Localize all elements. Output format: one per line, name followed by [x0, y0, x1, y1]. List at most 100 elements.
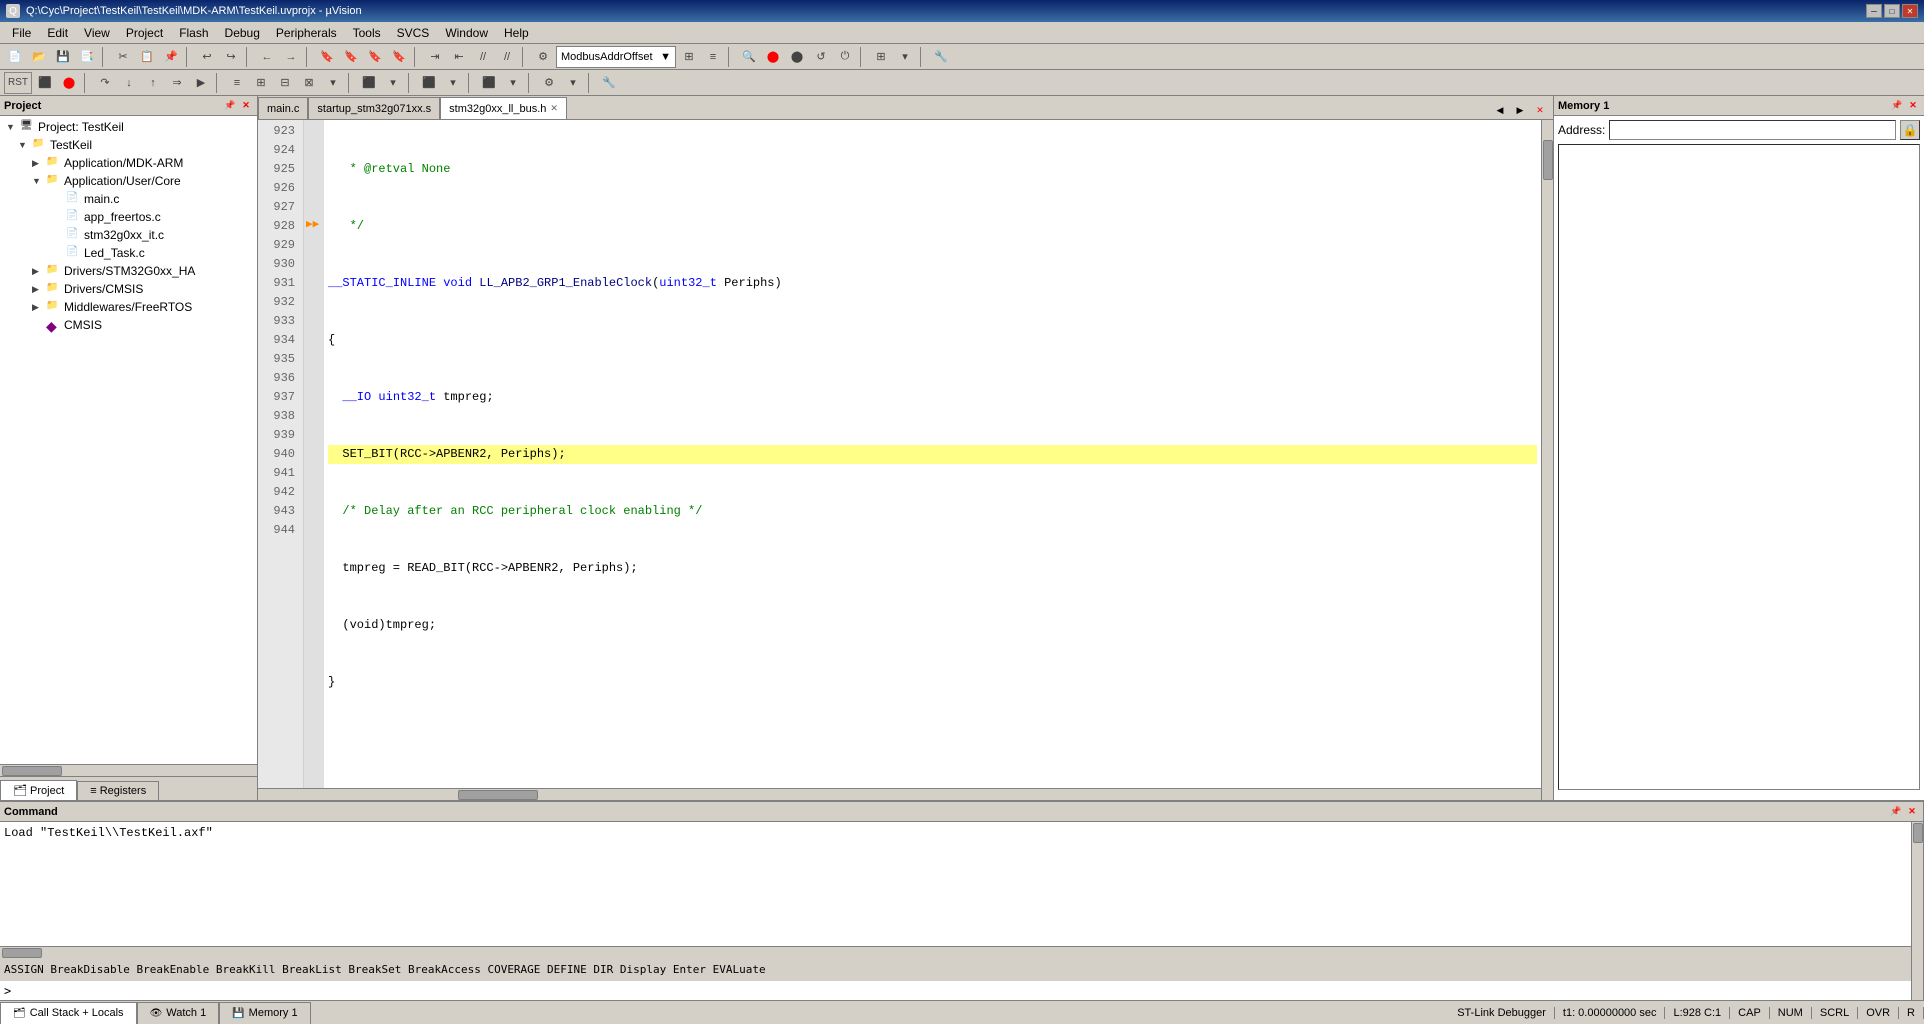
nav-forward-btn[interactable]: →	[280, 46, 302, 68]
tree-item-drv-cmsis[interactable]: ▶ 📁 Drivers/CMSIS	[2, 280, 255, 298]
tree-item-ledtask[interactable]: 📄 Led_Task.c	[2, 244, 255, 262]
uncomment-btn[interactable]: //	[496, 46, 518, 68]
menu-debug[interactable]: Debug	[217, 24, 268, 42]
step-out-btn[interactable]: ↑	[142, 72, 164, 94]
new-file-btn[interactable]: 📄	[4, 46, 26, 68]
tab-stm32bus-close[interactable]: ✕	[550, 103, 558, 114]
memory-address-input[interactable]	[1609, 120, 1896, 140]
conf-btn[interactable]: ⚙	[538, 72, 560, 94]
memory-display[interactable]	[1558, 144, 1920, 790]
editor-vscroll-thumb[interactable]	[1543, 140, 1553, 180]
undo-btn[interactable]: ↩	[196, 46, 218, 68]
comment-btn[interactable]: //	[472, 46, 494, 68]
menu-project[interactable]: Project	[118, 24, 171, 42]
tree-item-user-core[interactable]: ▼ 📁 Application/User/Core	[2, 172, 255, 190]
open-btn[interactable]: 📂	[28, 46, 50, 68]
tb2-stop[interactable]: ⬤	[58, 72, 80, 94]
paste-btn[interactable]: 📌	[160, 46, 182, 68]
bookmark3-btn[interactable]: 🔖	[364, 46, 386, 68]
reset-btn[interactable]: ↺	[810, 46, 832, 68]
rst-btn[interactable]: RST	[4, 72, 32, 94]
sym-btn[interactable]: ⊟	[274, 72, 296, 94]
stop-btn[interactable]: ⬤	[786, 46, 808, 68]
perf2-btn[interactable]: ▾	[502, 72, 524, 94]
close-button[interactable]: ✕	[1902, 4, 1918, 18]
editor-hscroll-thumb[interactable]	[458, 790, 538, 800]
run-btn[interactable]: ⬤	[762, 46, 784, 68]
step-in-btn[interactable]: ↓	[118, 72, 140, 94]
code-editor[interactable]: 923 924 925 926 927 928 929 930 931 932 …	[258, 120, 1541, 788]
extra-btn[interactable]: 🔧	[598, 72, 620, 94]
tab-scroll-left[interactable]: ◀	[1491, 101, 1509, 119]
bookmark1-btn[interactable]: 🔖	[316, 46, 338, 68]
memory-pin-btn[interactable]: 📌	[1890, 99, 1904, 113]
project-hscroll[interactable]	[0, 764, 257, 776]
menu-edit[interactable]: Edit	[39, 24, 76, 42]
tree-item-freertos[interactable]: 📄 app_freertos.c	[2, 208, 255, 226]
dropdown-extra2[interactable]: ≡	[702, 46, 724, 68]
command-content[interactable]: Load "TestKeil\\TestKeil.axf"	[0, 822, 1911, 946]
cmd-wnd-btn[interactable]: ≡	[226, 72, 248, 94]
tab-registers[interactable]: ≡ Registers	[77, 781, 159, 800]
trace2-btn[interactable]: ▾	[442, 72, 464, 94]
command-hscroll[interactable]	[0, 946, 1911, 958]
view-toggle-btn[interactable]: ⊞	[870, 46, 892, 68]
menu-tools[interactable]: Tools	[345, 24, 389, 42]
tree-item-mdk-arm[interactable]: ▶ 📁 Application/MDK-ARM	[2, 154, 255, 172]
search-btn[interactable]: 🔍	[738, 46, 760, 68]
redo-btn[interactable]: ↪	[220, 46, 242, 68]
menu-file[interactable]: File	[4, 24, 39, 42]
tree-item-mw-freertos[interactable]: ▶ 📁 Middlewares/FreeRTOS	[2, 298, 255, 316]
bookmark2-btn[interactable]: 🔖	[340, 46, 362, 68]
menu-svcs[interactable]: SVCS	[389, 24, 438, 42]
tree-item-mainc[interactable]: 📄 main.c	[2, 190, 255, 208]
tab-startup[interactable]: startup_stm32g071xx.s	[308, 97, 440, 119]
conf2-btn[interactable]: ▾	[562, 72, 584, 94]
memory-close-btn[interactable]: ✕	[1906, 99, 1920, 113]
watch-btn[interactable]: ⬛	[358, 72, 380, 94]
reg-btn[interactable]: ▾	[322, 72, 344, 94]
panel-close-btn[interactable]: ✕	[239, 99, 253, 113]
run-to-btn[interactable]: ⇒	[166, 72, 188, 94]
tab-mainc[interactable]: main.c	[258, 97, 308, 119]
memory-lock-btn[interactable]: 🔒	[1900, 120, 1920, 140]
disasm-btn[interactable]: ⊞	[250, 72, 272, 94]
build-icon-btn[interactable]: ⚙	[532, 46, 554, 68]
indent-btn[interactable]: ⇥	[424, 46, 446, 68]
bottom-tab-callstack[interactable]: 🗂 Call Stack + Locals	[0, 1002, 137, 1024]
mem-btn[interactable]: ⊠	[298, 72, 320, 94]
step-over-btn[interactable]: ↷	[94, 72, 116, 94]
tab-close-all[interactable]: ✕	[1531, 101, 1549, 119]
tree-item-cmsis[interactable]: ◆ CMSIS	[2, 316, 255, 334]
menu-view[interactable]: View	[76, 24, 118, 42]
bottom-tab-watch[interactable]: 👁 Watch 1	[137, 1002, 220, 1024]
menu-flash[interactable]: Flash	[171, 24, 216, 42]
maximize-button[interactable]: □	[1884, 4, 1900, 18]
editor-hscroll[interactable]	[258, 788, 1541, 800]
project-hscroll-thumb[interactable]	[2, 766, 62, 776]
command-vscroll[interactable]	[1911, 822, 1923, 1000]
command-vscroll-thumb[interactable]	[1913, 823, 1923, 843]
tab-scroll-right[interactable]: ▶	[1511, 101, 1529, 119]
bookmark4-btn[interactable]: 🔖	[388, 46, 410, 68]
tools-btn[interactable]: 🔧	[930, 46, 952, 68]
tb2-run[interactable]: ⬛	[34, 72, 56, 94]
menu-window[interactable]: Window	[437, 24, 496, 42]
dropdown-extra1[interactable]: ⊞	[678, 46, 700, 68]
tab-project[interactable]: 🗂 Project	[0, 780, 77, 800]
command-close-btn[interactable]: ✕	[1905, 805, 1919, 819]
save-btn[interactable]: 💾	[52, 46, 74, 68]
tree-root[interactable]: ▼ 🖥 Project: TestKeil	[2, 118, 255, 136]
nav-back-btn[interactable]: ←	[256, 46, 278, 68]
command-hscroll-thumb[interactable]	[2, 948, 42, 958]
copy-btn[interactable]: 📋	[136, 46, 158, 68]
editor-vscroll[interactable]	[1541, 120, 1553, 800]
cut-btn[interactable]: ✂	[112, 46, 134, 68]
save-all-btn[interactable]: 📑	[76, 46, 98, 68]
command-pin-btn[interactable]: 📌	[1889, 805, 1903, 819]
menu-help[interactable]: Help	[496, 24, 537, 42]
command-input[interactable]	[13, 984, 1907, 998]
tree-item-drv-stm32[interactable]: ▶ 📁 Drivers/STM32G0xx_HA	[2, 262, 255, 280]
addr-offset-dropdown[interactable]: ModbusAddrOffset ▼	[556, 46, 676, 68]
menu-peripherals[interactable]: Peripherals	[268, 24, 345, 42]
